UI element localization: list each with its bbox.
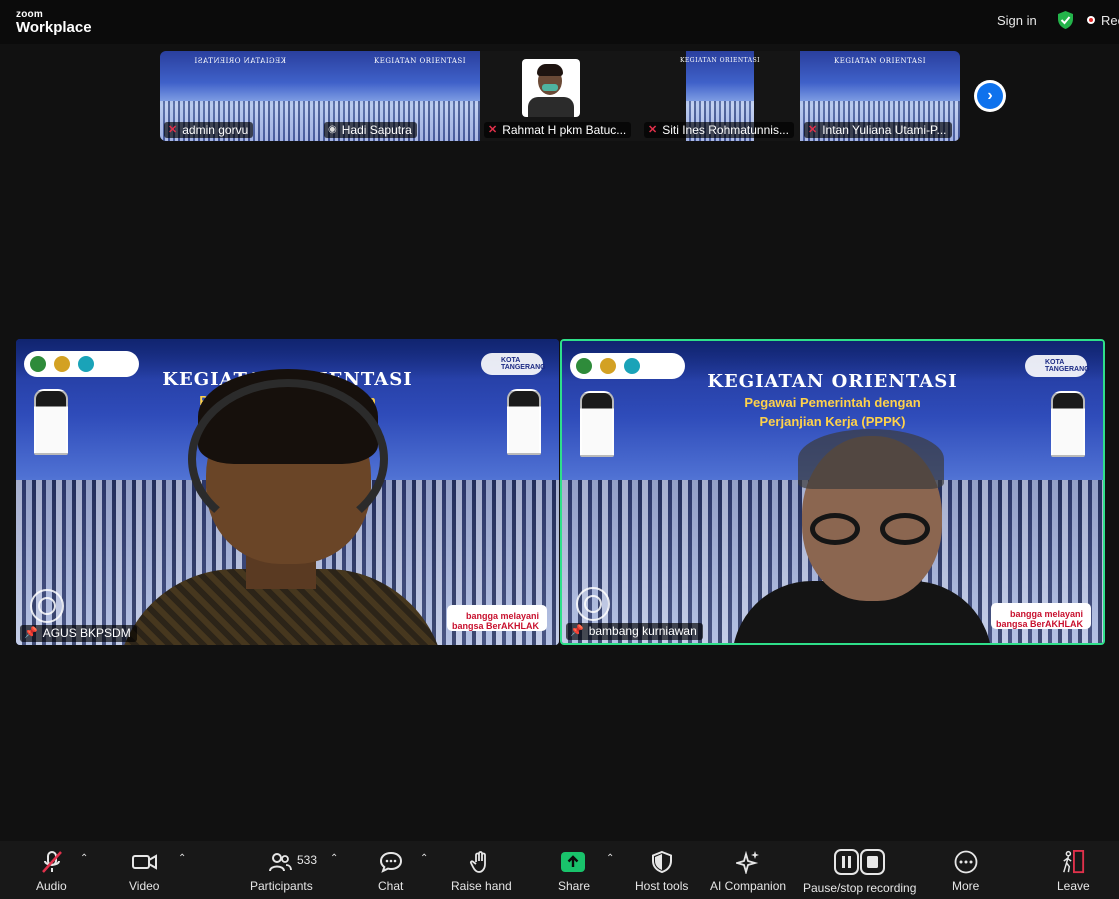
participant-thumbnail[interactable]: KEGIATAN ORIENTASI ✕ Siti Ines Rohmatunn… [640,51,800,141]
participant-thumbnail[interactable]: KEGIATAN ORIENTASI ◉ Hadi Saputra [320,51,480,141]
participant-name: Hadi Saputra [341,123,412,137]
slide-title: KEGIATAN ORIENTASI [707,371,958,392]
leave-door-icon [1063,850,1085,874]
person-mask [542,84,558,91]
video-options-caret-icon[interactable]: ⌃ [178,853,186,864]
participants-options-caret-icon[interactable]: ⌃ [330,853,338,864]
share-button[interactable]: Share [554,841,592,899]
audio-button[interactable]: Audio [30,841,74,899]
slide-title: KEGIATAN ORIENTASI [374,57,466,65]
video-label: Video [129,879,160,893]
slide-subtitle-1: Pegawai Pemerintah dengan [744,395,921,410]
ai-companion-label: AI Companion [710,879,787,893]
person-hair [537,64,563,76]
sign-in-link[interactable]: Sign in [997,13,1037,28]
chat-options-caret-icon[interactable]: ⌃ [420,853,428,864]
recording-status[interactable]: Recording [1101,13,1119,28]
pause-stop-recording-button[interactable]: Pause/stop recording [800,841,920,899]
participant-name-tag: 📌 bambang kurniawan [566,623,703,640]
host-tools-button[interactable]: Host tools [632,841,692,899]
security-shield-icon[interactable] [1057,11,1074,29]
slide-title: KEGIATAN ORIENTASI [834,57,926,65]
pause-stop-label: Pause/stop recording [803,881,917,895]
ai-companion-button[interactable]: AI Companion [708,841,788,899]
ring-logo-icon [576,587,610,621]
headset-icon [188,379,388,539]
participant-name: bambang kurniawan [588,624,697,638]
mic-muted-icon: ✕ [808,124,818,136]
participant-name: Rahmat H pkm Batuc... [502,123,627,137]
next-page-button[interactable]: › [974,80,1006,112]
mic-muted-icon: ✕ [648,124,658,136]
mic-muted-icon: ✕ [488,124,498,136]
participant-name: Intan Yuliana Utami-P... [822,123,947,137]
video-tile-bambang[interactable]: KOTA TANGERANG KEGIATAN ORIENTASI Pegawa… [560,339,1105,645]
ring-logo-icon [30,589,64,623]
pin-icon: 📌 [570,625,584,637]
mic-muted-icon: ✕ [168,124,178,136]
participant-thumbnail[interactable]: KEGIATAN ORIENTASI ✕ Intan Yuliana Utami… [800,51,960,141]
participant-name-tag: ◉ Hadi Saputra [324,122,417,138]
host-tools-label: Host tools [635,879,689,893]
person-body [528,97,574,117]
raise-hand-button[interactable]: Raise hand [448,841,512,899]
participant-name-tag: ✕ admin gorvu [164,122,254,138]
participant-name: admin gorvu [182,123,249,137]
participant-thumbnail[interactable]: KEGIATAN ORIENTASI ✕ admin gorvu [160,51,320,141]
gallery-thumbnail-strip: KEGIATAN ORIENTASI ✕ admin gorvu KEGIATA… [160,51,960,141]
leave-label: Leave [1057,879,1090,893]
chevron-right-icon: › [977,83,1003,109]
more-dots-icon [954,850,978,874]
recording-dot-icon [1087,16,1095,24]
more-button[interactable]: More [946,841,986,899]
participants-icon [269,853,292,872]
more-label: More [952,879,980,893]
participant-video [522,59,580,117]
participant-name-tag: ✕ Intan Yuliana Utami-P... [804,122,952,138]
participants-button[interactable]: Participants [248,841,314,899]
share-options-caret-icon[interactable]: ⌃ [606,853,614,864]
video-tile-agus[interactable]: KOTA TANGERANG KEGIATAN ORIENTASI Pegawa… [16,339,559,645]
host-shield-icon [652,850,672,874]
chat-label: Chat [378,879,404,893]
audio-label: Audio [36,879,67,893]
pause-stop-icon [834,849,885,875]
ai-sparkle-icon [736,850,759,874]
share-screen-icon [561,852,585,872]
zoom-workplace-logo: Workplace [16,19,92,36]
berakhlak-badge: bangga melayani bangsa BerAKHLAK [991,603,1091,629]
video-camera-icon [132,854,157,870]
participant-name-tag: 📌 AGUS BKPSDM [20,625,137,642]
video-button[interactable]: Video [124,841,168,899]
berakhlak-badge: bangga melayani bangsa BerAKHLAK [447,605,547,631]
chat-button[interactable]: Chat [372,841,412,899]
raise-hand-label: Raise hand [451,879,512,893]
slide-subtitle-2: Perjanjian Kerja (PPPK) [759,414,906,429]
mic-muted-icon [42,851,62,873]
audio-options-caret-icon[interactable]: ⌃ [80,853,88,864]
participant-name: Siti Ines Rohmatunnis... [662,123,789,137]
participant-name-tag: ✕ Siti Ines Rohmatunnis... [644,122,794,138]
leave-button[interactable]: Leave [1052,841,1092,899]
slide-title: KEGIATAN ORIENTASI [679,57,761,64]
slide-title-mirrored: KEGIATAN ORIENTASI [194,57,286,65]
raise-hand-icon [469,851,486,873]
participants-count: 533 [297,853,318,867]
participants-label: Participants [250,879,313,893]
audio-connecting-icon: ◉ [328,124,337,135]
chat-bubble-icon [379,851,403,873]
participant-thumbnail[interactable]: ✕ Rahmat H pkm Batuc... [480,51,640,141]
top-bar: zoom Workplace Sign in Recording [0,0,1119,44]
share-label: Share [558,879,591,893]
glasses-icon [810,513,938,545]
participant-name: AGUS BKPSDM [42,626,131,640]
pin-icon: 📌 [24,627,38,639]
person-hair [798,429,944,489]
participant-name-tag: ✕ Rahmat H pkm Batuc... [484,122,632,138]
meeting-toolbar: Audio ⌃ Video ⌃ Participants 533 ⌃ Chat … [0,841,1119,899]
